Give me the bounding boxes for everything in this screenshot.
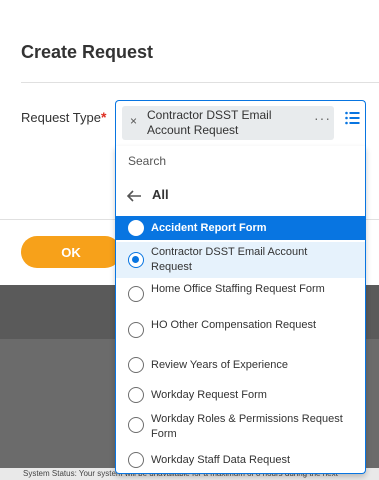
radio-icon <box>128 322 144 338</box>
option-accident-report-form[interactable]: Accident Report Form <box>116 216 365 240</box>
option-label: Workday Staff Data Request <box>151 454 290 466</box>
option-label: Accident Report Form <box>151 222 267 234</box>
page-title: Create Request <box>21 42 154 62</box>
radio-icon <box>128 417 144 433</box>
option-workday-staff-data[interactable]: Workday Staff Data Request <box>116 448 365 472</box>
option-label: Workday Roles & Permissions Request Form <box>151 413 343 440</box>
option-label: Home Office Staffing Request Form <box>151 283 325 295</box>
option-ho-other-compensation[interactable]: HO Other Compensation Request <box>116 316 365 350</box>
request-type-label: Request Type <box>21 110 101 125</box>
request-type-dropdown: All Accident Report Form Contractor DSST… <box>115 146 366 474</box>
radio-icon <box>128 387 144 403</box>
option-contractor-dsst-email[interactable]: Contractor DSST Email Account Request <box>116 242 365 278</box>
radio-icon <box>128 452 144 468</box>
option-review-years[interactable]: Review Years of Experience <box>116 354 365 378</box>
arrow-left-icon <box>126 190 141 202</box>
selected-token[interactable]: × Contractor DSST Email Account Request … <box>122 106 334 140</box>
title-divider <box>21 82 379 83</box>
radio-icon <box>128 286 144 302</box>
radio-icon <box>128 357 144 373</box>
back-to-all-button[interactable]: All <box>116 180 365 210</box>
more-options-icon[interactable]: ··· <box>314 110 331 126</box>
option-label: HO Other Compensation Request <box>151 319 317 331</box>
radio-icon <box>128 220 144 236</box>
search-input[interactable] <box>128 152 348 170</box>
option-workday-request-form[interactable]: Workday Request Form <box>116 383 365 407</box>
option-label: Review Years of Experience <box>151 359 288 371</box>
back-label: All <box>152 187 169 202</box>
option-label: Workday Request Form <box>151 389 267 401</box>
selected-token-label: Contractor DSST Email Account Request <box>147 108 272 137</box>
option-workday-roles-permissions[interactable]: Workday Roles & Permissions Request Form <box>116 410 365 444</box>
option-label: Contractor DSST Email Account Request <box>151 246 308 273</box>
ok-button[interactable]: OK <box>21 236 121 268</box>
close-icon[interactable]: × <box>130 114 137 128</box>
radio-checked-icon <box>128 252 144 268</box>
list-icon[interactable] <box>345 111 360 125</box>
request-type-select[interactable]: × Contractor DSST Email Account Request … <box>115 100 366 146</box>
option-home-office-staffing[interactable]: Home Office Staffing Request Form <box>116 280 365 314</box>
required-marker: * <box>101 109 107 125</box>
